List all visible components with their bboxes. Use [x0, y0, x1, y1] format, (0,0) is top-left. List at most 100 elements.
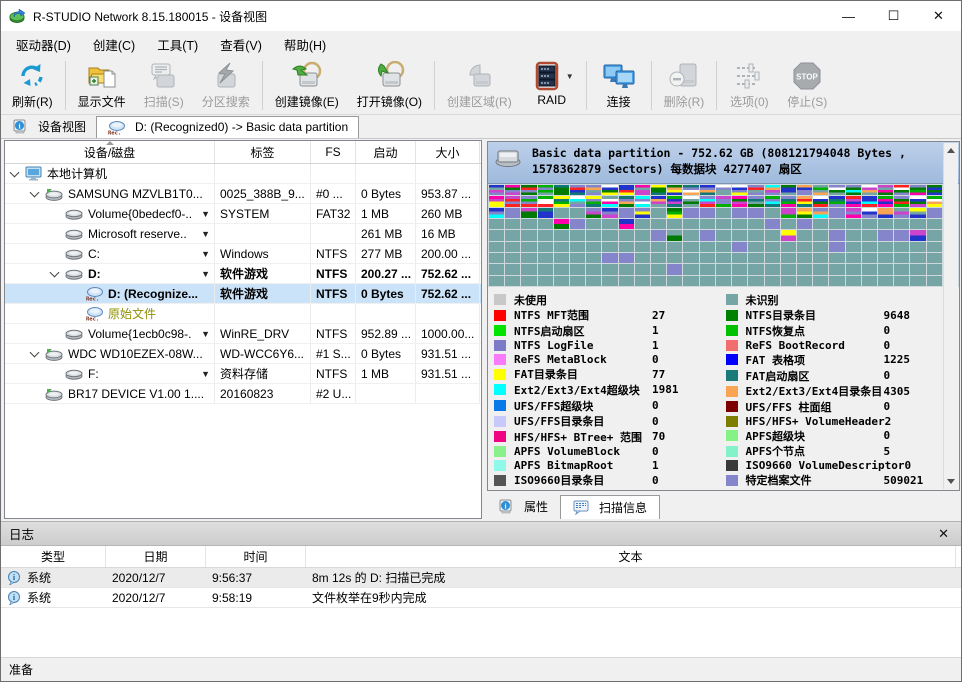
dropdown-arrow-icon[interactable]: ▼ [566, 72, 574, 81]
scan-block [732, 242, 747, 252]
close-button[interactable]: ✕ [916, 1, 961, 31]
label-cell: SYSTEM [215, 204, 311, 223]
minimize-button[interactable]: — [826, 1, 871, 31]
table-row[interactable]: Rec.D: (Recognize...软件游戏NTFS0 Bytes752.6… [5, 284, 481, 304]
table-row[interactable]: F:▼资料存储NTFS1 MB931.51 ... [5, 364, 481, 384]
log-close-icon[interactable]: ✕ [934, 526, 953, 542]
column-header-1[interactable]: 标签 [215, 141, 311, 163]
scan-block [505, 219, 520, 229]
scan-block [813, 196, 828, 206]
toolbar-button-RAID[interactable]: ▼RAID [521, 57, 583, 114]
toolbar-button-创建镜像E[interactable]: 创建镜像(E) [266, 57, 348, 114]
column-header-4[interactable]: 大小 [416, 141, 480, 163]
log-column-header-2[interactable]: 时间 [206, 546, 306, 567]
row-dropdown-icon[interactable]: ▼ [201, 269, 210, 279]
toolbar-button-连接[interactable]: 连接 [590, 57, 648, 114]
log-table-header: 类型日期时间文本 [1, 546, 961, 568]
legend-item: APFS BitmapRoot1 [494, 458, 726, 472]
table-row[interactable]: WDC WD10EZEX-08W...WD-WCC6Y6...#1 S...0 … [5, 344, 481, 364]
scan-block [732, 264, 747, 274]
menu-item-3[interactable]: 查看(V) [209, 31, 273, 58]
scan-block [602, 242, 617, 252]
menu-item-1[interactable]: 创建(C) [82, 31, 146, 58]
maximize-button[interactable]: ☐ [871, 1, 916, 31]
tab-device-view[interactable]: i设备视图 [3, 116, 96, 138]
table-row[interactable]: Microsoft reserve..▼261 MB16 MB [5, 224, 481, 244]
row-dropdown-icon[interactable]: ▼ [201, 209, 210, 219]
row-dropdown-icon[interactable]: ▼ [201, 249, 210, 259]
table-row[interactable]: Volume{0bedecf0-..▼SYSTEMFAT321 MB260 MB [5, 204, 481, 224]
table-row[interactable]: Rec.原始文件 [5, 304, 481, 324]
legend-item: Ext2/Ext3/Ext4超级块1981 [494, 382, 726, 398]
scan-block [813, 276, 828, 286]
label-cell: 20160823 [215, 384, 311, 403]
expander-chevron-icon[interactable] [30, 347, 40, 357]
toolbar-button-删除R: 删除(R) [655, 57, 714, 114]
log-row[interactable]: i系统2020/12/79:58:19文件枚举在9秒内完成 [1, 588, 961, 608]
row-dropdown-icon[interactable]: ▼ [201, 329, 210, 339]
expander-chevron-icon[interactable] [50, 267, 60, 277]
connect-icon [602, 60, 636, 92]
menu-item-0[interactable]: 驱动器(D) [5, 31, 82, 58]
scan-block [829, 208, 844, 218]
scan-block [797, 185, 812, 195]
scan-block [554, 230, 569, 240]
table-row[interactable]: BR17 DEVICE V1.00 1....20160823#2 U... [5, 384, 481, 404]
toolbar-button-分区搜索: 分区搜索 [193, 57, 259, 114]
row-dropdown-icon[interactable]: ▼ [201, 369, 210, 379]
scan-block [554, 253, 569, 263]
info-icon: i [499, 499, 514, 514]
column-header-2[interactable]: FS [311, 141, 356, 163]
scan-block [894, 264, 909, 274]
toolbar-button-label: 创建镜像(E) [275, 93, 339, 110]
legend-label: 未使用 [514, 292, 652, 308]
log-column-header-0[interactable]: 类型 [1, 546, 106, 567]
column-header-3[interactable]: 启动 [356, 141, 416, 163]
table-row[interactable]: SAMSUNG MZVLB1T0...0025_388B_9...#0 ...0… [5, 184, 481, 204]
scroll-up-icon[interactable] [947, 148, 955, 153]
log-time-cell: 9:58:19 [206, 588, 306, 607]
toolbar-separator [586, 61, 587, 110]
expander-chevron-icon[interactable] [30, 187, 40, 197]
table-row[interactable]: Volume{1ecb0c98-.▼WinRE_DRVNTFS952.89 ..… [5, 324, 481, 344]
refresh-icon [15, 60, 49, 92]
scan-block [781, 276, 796, 286]
scan-block [894, 185, 909, 195]
scan-block [910, 253, 925, 263]
row-dropdown-icon[interactable]: ▼ [201, 229, 210, 239]
scan-block [554, 219, 569, 229]
scan-block [521, 264, 536, 274]
scan-block [619, 242, 634, 252]
scan-block [862, 242, 877, 252]
scroll-down-icon[interactable] [947, 479, 955, 484]
scan-block [667, 242, 682, 252]
scan-block [619, 230, 634, 240]
scan-block [651, 196, 666, 206]
toolbar-button-刷新R[interactable]: 刷新(R) [3, 57, 62, 114]
toolbar-button-label: 打开镜像(O) [357, 93, 422, 110]
menu-item-4[interactable]: 帮助(H) [273, 31, 337, 58]
scan-block [765, 242, 780, 252]
table-row[interactable]: C:▼WindowsNTFS277 MB200.00 ... [5, 244, 481, 264]
scan-block [894, 196, 909, 206]
toolbar-button-打开镜像O[interactable]: 打开镜像(O) [348, 57, 431, 114]
toolbar-button-创建区域R: 创建区域(R) [438, 57, 521, 114]
table-row[interactable]: D:▼软件游戏NTFS200.27 ...752.62 ... [5, 264, 481, 284]
table-row[interactable]: 本地计算机 [5, 164, 481, 184]
log-row[interactable]: i系统2020/12/79:56:378m 12s 的 D: 扫描已完成 [1, 568, 961, 588]
scan-block [732, 253, 747, 263]
legend-count: 2 [885, 415, 892, 428]
menu-item-2[interactable]: 工具(T) [146, 31, 209, 58]
scan-panel-scrollbar[interactable] [943, 143, 958, 489]
log-column-header-1[interactable]: 日期 [106, 546, 206, 567]
tab-properties[interactable]: i属性 [487, 495, 560, 519]
scan-block [748, 242, 763, 252]
expander-chevron-icon[interactable] [10, 167, 20, 177]
legend-count: 0 [884, 324, 891, 337]
scan-block [813, 242, 828, 252]
tab-scan-info[interactable]: 扫描信息 [560, 495, 660, 519]
toolbar-button-显示文件[interactable]: 显示文件 [69, 57, 135, 114]
tab-partition-scan[interactable]: Rec.D: (Recognized0) -> Basic data parti… [96, 116, 359, 138]
log-column-header-3[interactable]: 文本 [306, 546, 956, 567]
column-header-0[interactable]: 设备/磁盘 [5, 141, 215, 163]
